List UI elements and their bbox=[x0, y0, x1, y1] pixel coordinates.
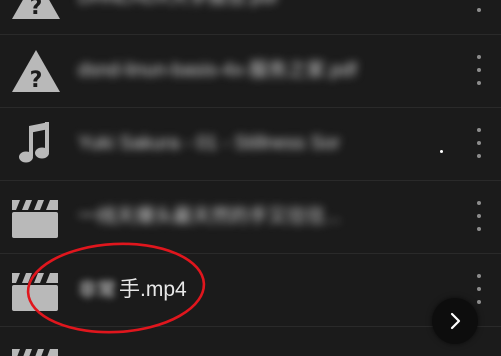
file-name: 一线天爆头最天然的手又往往... bbox=[78, 206, 341, 227]
more-options-button[interactable] bbox=[471, 201, 487, 231]
file-name-prefix: 非常 bbox=[78, 280, 117, 301]
more-options-button[interactable] bbox=[471, 274, 487, 304]
more-options-button[interactable] bbox=[471, 0, 487, 12]
file-list: ? DHNLHDX大学报告.pdf ? dsnd-linun-basis-4x-… bbox=[0, 0, 501, 327]
dot-icon bbox=[477, 300, 481, 304]
file-warning-icon: ? bbox=[10, 0, 62, 21]
dot-icon bbox=[477, 128, 481, 132]
file-row[interactable]: Yuki Sakura - 01 - Stillness Sor bbox=[0, 108, 501, 181]
dot-icon bbox=[477, 274, 481, 278]
more-options-button[interactable] bbox=[471, 128, 487, 158]
dot-icon bbox=[477, 81, 481, 85]
stray-pixel bbox=[440, 150, 443, 153]
file-name-visible: 手.mp4 bbox=[119, 278, 187, 301]
dot-icon bbox=[477, 55, 481, 59]
dot-icon bbox=[477, 154, 481, 158]
file-row[interactable]: ? dsnd-linun-basis-4x-服务之家.pdf bbox=[0, 35, 501, 108]
file-row-partial[interactable] bbox=[0, 342, 501, 356]
dot-icon bbox=[477, 227, 481, 231]
next-arrow-button[interactable] bbox=[432, 298, 478, 344]
file-row[interactable]: ? DHNLHDX大学报告.pdf bbox=[0, 0, 501, 35]
file-name: 非常 手.mp4 bbox=[78, 278, 187, 303]
file-warning-icon: ? bbox=[10, 48, 62, 94]
dot-icon bbox=[477, 68, 481, 72]
clapperboard-icon bbox=[10, 194, 62, 240]
file-row-selected[interactable]: 非常 手.mp4 bbox=[0, 254, 501, 327]
music-note-icon bbox=[10, 121, 62, 167]
file-name: dsnd-linun-basis-4x-服务之家.pdf bbox=[78, 60, 357, 81]
dot-icon bbox=[477, 214, 481, 218]
dot-icon bbox=[477, 287, 481, 291]
file-row[interactable]: 一线天爆头最天然的手又往往... bbox=[0, 181, 501, 254]
file-name: DHNLHDX大学报告.pdf bbox=[78, 0, 278, 10]
clapperboard-icon bbox=[10, 344, 62, 356]
dot-icon bbox=[477, 8, 481, 12]
dot-icon bbox=[477, 201, 481, 205]
file-name: Yuki Sakura - 01 - Stillness Sor bbox=[78, 133, 340, 154]
svg-text:?: ? bbox=[30, 0, 43, 20]
clapperboard-icon bbox=[10, 267, 62, 313]
dot-icon bbox=[477, 141, 481, 145]
svg-text:?: ? bbox=[30, 68, 43, 93]
chevron-right-icon bbox=[450, 312, 461, 330]
more-options-button[interactable] bbox=[471, 55, 487, 85]
